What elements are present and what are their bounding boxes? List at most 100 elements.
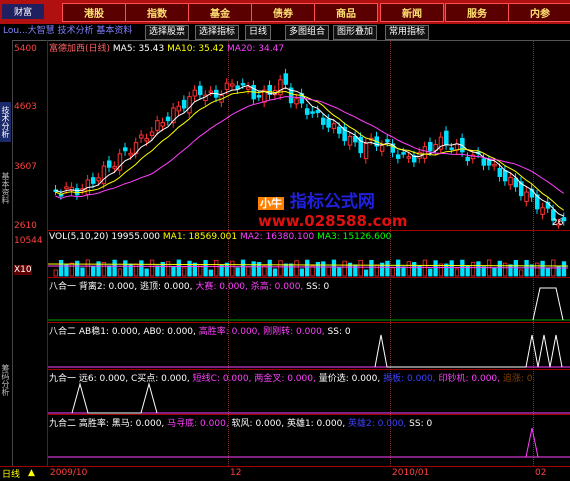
candle-body <box>246 86 251 90</box>
candle-body <box>428 141 433 152</box>
sidebar-tab-chips[interactable]: 筹码分析 <box>0 360 11 400</box>
candle-body <box>197 85 203 96</box>
indicator-value: 高胜率: 黑马: 0.000, <box>78 419 168 429</box>
volume-bar <box>545 267 551 277</box>
candle-body <box>240 83 246 86</box>
volume-bar <box>299 268 305 277</box>
indicator-value: 马寻底: 0.000, <box>167 419 232 429</box>
indicator-value: 背离2: 0.000, <box>78 282 140 292</box>
volume-header: VOL(5,10,20) 19955.000 MA1: 18569.001 MA… <box>49 232 391 242</box>
price-axis-label: 5400 <box>14 44 37 54</box>
candle-body <box>224 82 230 90</box>
volume-bar <box>454 268 460 277</box>
volume-bar <box>139 260 144 277</box>
period-arrow-icon[interactable]: ▲ <box>28 468 35 478</box>
volume-bar <box>235 267 240 277</box>
menu-services[interactable]: 服务 <box>445 3 509 22</box>
indicator-signal <box>525 427 539 458</box>
watermark-title: 小牛 指标公式网 <box>258 187 376 212</box>
volume-bar <box>85 259 90 277</box>
indicator-panel-2-header: 八合二 AB稳1: 0.000, AB0: 0.000, 高胜率: 0.000,… <box>49 324 351 337</box>
volume-bar <box>529 264 535 277</box>
indicator-value: 短线C: 0.000, <box>192 374 255 384</box>
candle-body <box>192 89 198 97</box>
indicator-value: 刚刚转: 0.000, <box>263 327 328 337</box>
candle-body <box>401 152 406 155</box>
volume-bar <box>540 260 545 277</box>
select-indicator-button[interactable]: 选择指标 <box>195 25 240 40</box>
indicator-value: SS: 0 <box>327 327 351 337</box>
candle-body <box>230 83 235 87</box>
bottom-date-bar: 日线 ▲ 2009/10 12 2010/01 02 <box>0 466 570 481</box>
overlay-button[interactable]: 图形叠加 <box>333 25 378 40</box>
volume-bar <box>385 260 390 277</box>
select-stock-button[interactable]: 选择股票 <box>145 25 190 40</box>
indicator-name: 八合二 <box>49 327 79 337</box>
volume-bar <box>176 259 181 277</box>
volume-bar <box>149 259 155 277</box>
volume-axis-unit: X10 <box>14 265 32 275</box>
menu-insider[interactable]: 内参 <box>508 3 570 22</box>
candle-body <box>160 122 165 127</box>
price-low-marker: 26 <box>552 218 564 228</box>
indicator-value: C买点: 0.000, <box>130 374 193 384</box>
watermark-badge: 小牛 <box>258 197 284 210</box>
volume-bar <box>337 267 342 277</box>
indicator-panel-4-header: 九合二 高胜率: 黑马: 0.000, 马寻底: 0.000, 软风: 0.00… <box>49 416 432 429</box>
volume-bar <box>165 261 171 277</box>
candle-body <box>326 118 331 128</box>
candle-body <box>96 177 101 182</box>
volume-bar <box>208 269 214 277</box>
volume-bar <box>428 268 433 277</box>
volume-bar <box>133 263 139 277</box>
indicator-value: 追涨: 0 <box>502 374 533 384</box>
sidebar-tab-technical[interactable]: 技术分析 <box>0 102 11 142</box>
candle-body <box>497 167 503 177</box>
candle-body <box>107 160 112 168</box>
indicator-name: 九合一 <box>49 374 79 384</box>
volume-ma2: MA2: 16380.100 <box>240 232 315 242</box>
volume-bar <box>283 263 288 277</box>
candle-body <box>395 154 401 159</box>
volume-bar <box>326 266 331 277</box>
menu-news[interactable]: 新闻 <box>380 3 444 22</box>
menu-commodities[interactable]: 商品 <box>314 3 378 22</box>
volume-bar <box>342 260 347 277</box>
candle-body <box>481 158 486 166</box>
candle-body <box>502 169 508 182</box>
sidebar-tab-fundamentals[interactable]: 基本资料 <box>0 168 11 208</box>
period-daily-button[interactable]: 日线 <box>245 25 272 40</box>
volume-bar <box>294 260 299 277</box>
volume-ma3: MA3: 15126.600 <box>317 232 392 242</box>
candle-body <box>101 165 107 185</box>
indicator-value: AB稳1: 0.000, <box>78 327 144 337</box>
candle-body <box>283 73 289 85</box>
ma20-line <box>55 96 565 199</box>
indicator-signal <box>532 287 564 321</box>
candle-body <box>331 123 337 129</box>
app-logo[interactable]: 财富 <box>2 4 44 19</box>
toolbar: Lou...大智慧 技术分析 基本资料 选择股票 选择指标 日线 多图组合 图形… <box>0 24 570 41</box>
candle-body <box>385 139 390 143</box>
period-tab[interactable]: 日线 <box>2 467 20 480</box>
candle-body <box>90 177 96 184</box>
indicator-value: 逃顶: 0.000, <box>139 282 196 292</box>
menu-index[interactable]: 指数 <box>125 3 189 22</box>
candle-body <box>315 110 321 114</box>
indicator-value: 大赛: 0.000, <box>195 282 251 292</box>
multi-chart-button[interactable]: 多图组合 <box>285 25 330 40</box>
volume-bar <box>181 267 187 277</box>
indicator-signal <box>374 334 563 368</box>
volume-bar <box>374 264 379 277</box>
candle-body <box>379 144 385 152</box>
menu-funds[interactable]: 基金 <box>188 3 252 22</box>
candle-body <box>486 159 492 166</box>
volume-value: 19955.000 <box>111 232 161 242</box>
menu-hk-stocks[interactable]: 港股 <box>62 3 126 22</box>
menu-bonds[interactable]: 债券 <box>251 3 315 22</box>
indicator-value: 远6: 0.000, <box>78 374 131 384</box>
volume-bar <box>476 261 481 277</box>
volume-bar <box>305 259 310 277</box>
common-indicators-button[interactable]: 常用指标 <box>385 25 430 40</box>
candle-body <box>347 135 353 146</box>
